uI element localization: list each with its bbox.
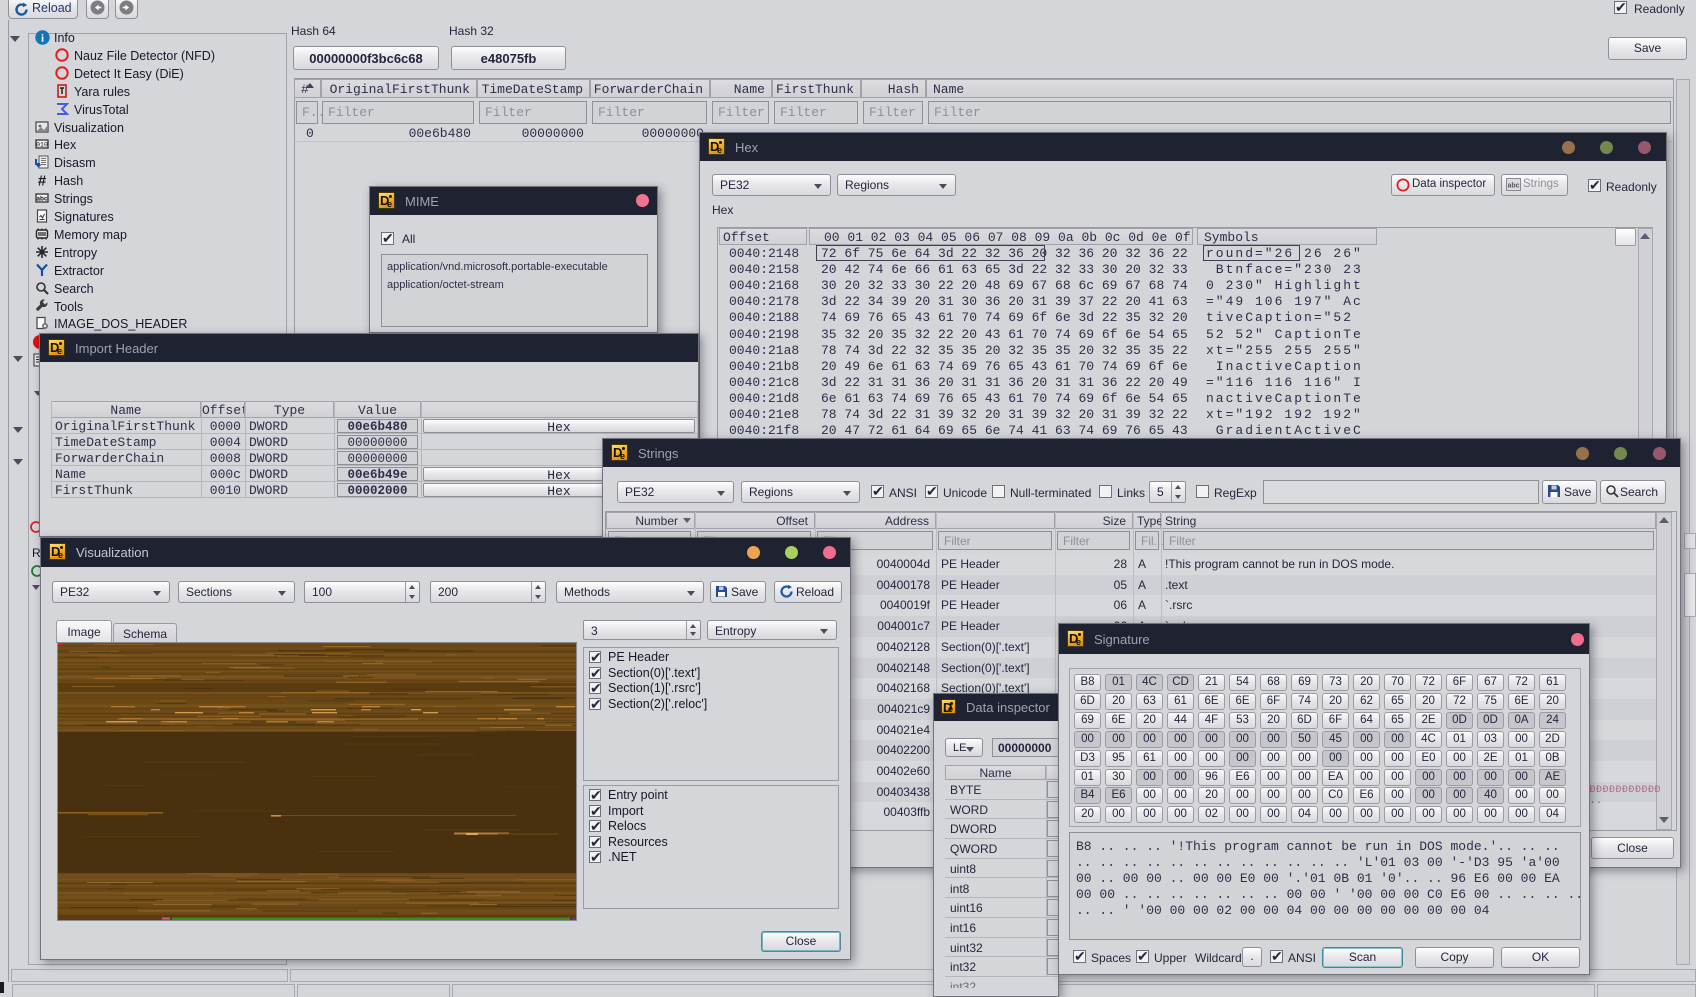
- svg-text:i: i: [41, 33, 44, 45]
- svg-text:#: #: [38, 173, 47, 187]
- svg-text:abc: abc: [36, 196, 48, 203]
- svg-text:010: 010: [36, 142, 48, 149]
- svg-text:abc: abc: [1507, 183, 1519, 190]
